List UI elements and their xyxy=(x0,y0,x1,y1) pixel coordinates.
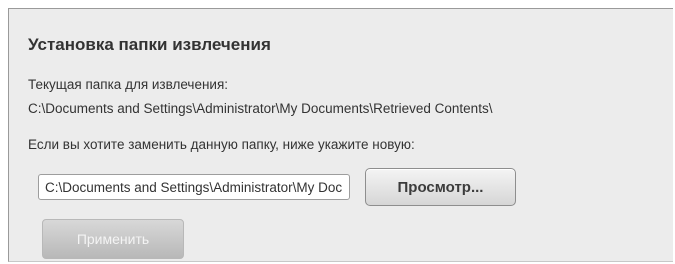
extraction-folder-panel: Установка папки извлечения Текущая папка… xyxy=(8,8,673,262)
current-folder-label: Текущая папка для извлечения: xyxy=(28,77,229,92)
apply-button[interactable]: Применить xyxy=(42,219,184,259)
new-folder-path-input[interactable] xyxy=(38,174,350,200)
panel-title: Установка папки извлечения xyxy=(28,35,271,54)
browse-button[interactable]: Просмотр... xyxy=(365,168,516,206)
change-folder-instruction: Если вы хотите заменить данную папку, ни… xyxy=(28,137,415,152)
current-folder-path: C:\Documents and Settings\Administrator\… xyxy=(28,101,493,116)
